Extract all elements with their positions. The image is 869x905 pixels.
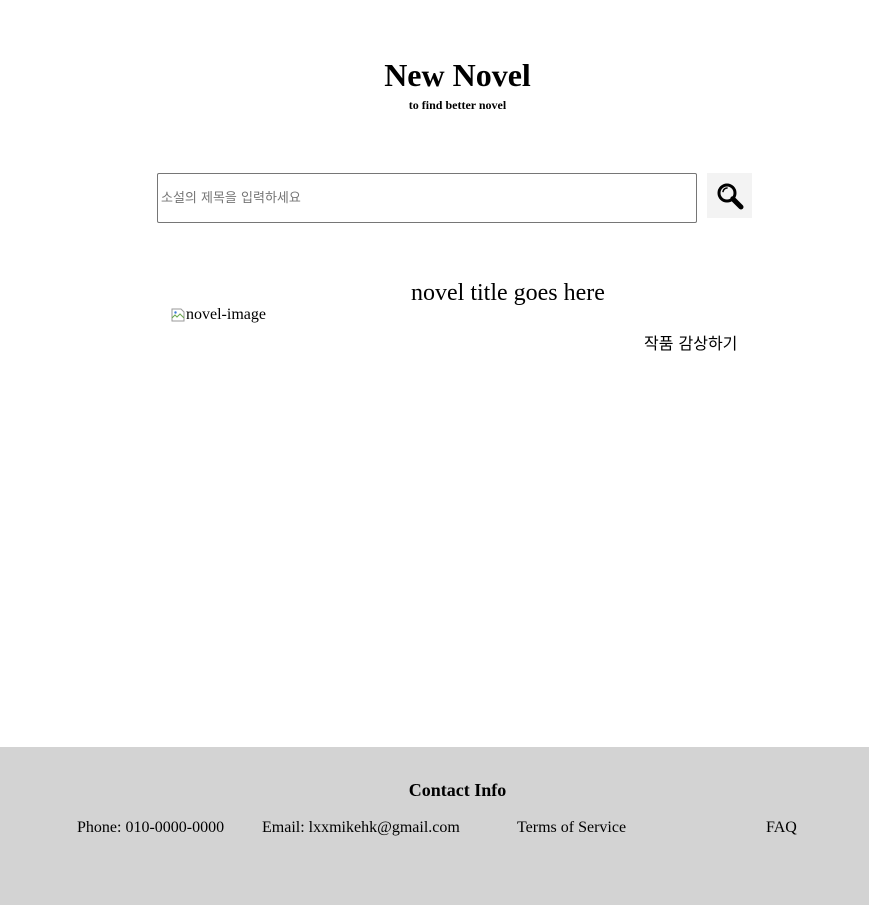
search-button[interactable] — [707, 173, 752, 218]
read-novel-link[interactable]: 작품 감상하기 — [644, 334, 737, 354]
page: New Novel to find better novel novel-ima… — [0, 0, 869, 905]
footer: Contact Info Phone: 010-0000-0000 Email:… — [0, 747, 869, 905]
novel-title: novel title goes here — [411, 280, 605, 306]
footer-phone: Phone: 010-0000-0000 — [77, 819, 225, 836]
site-title: New Novel — [384, 57, 531, 93]
faq-link[interactable]: FAQ — [766, 818, 797, 838]
search-input[interactable] — [157, 173, 697, 223]
terms-of-service-link[interactable]: Terms of Service — [517, 818, 626, 838]
magnifier-icon — [717, 183, 743, 209]
novel-image: novel-image — [170, 306, 266, 324]
contact-info-heading: Contact Info — [408, 780, 507, 800]
site-subtitle: to find better novel — [408, 98, 507, 112]
site-header: New Novel to find better novel — [0, 56, 869, 112]
broken-image-icon — [171, 308, 185, 322]
footer-email: Email: lxxmikehk@gmail.com — [262, 819, 460, 836]
novel-image-alt-text: novel-image — [186, 306, 266, 323]
